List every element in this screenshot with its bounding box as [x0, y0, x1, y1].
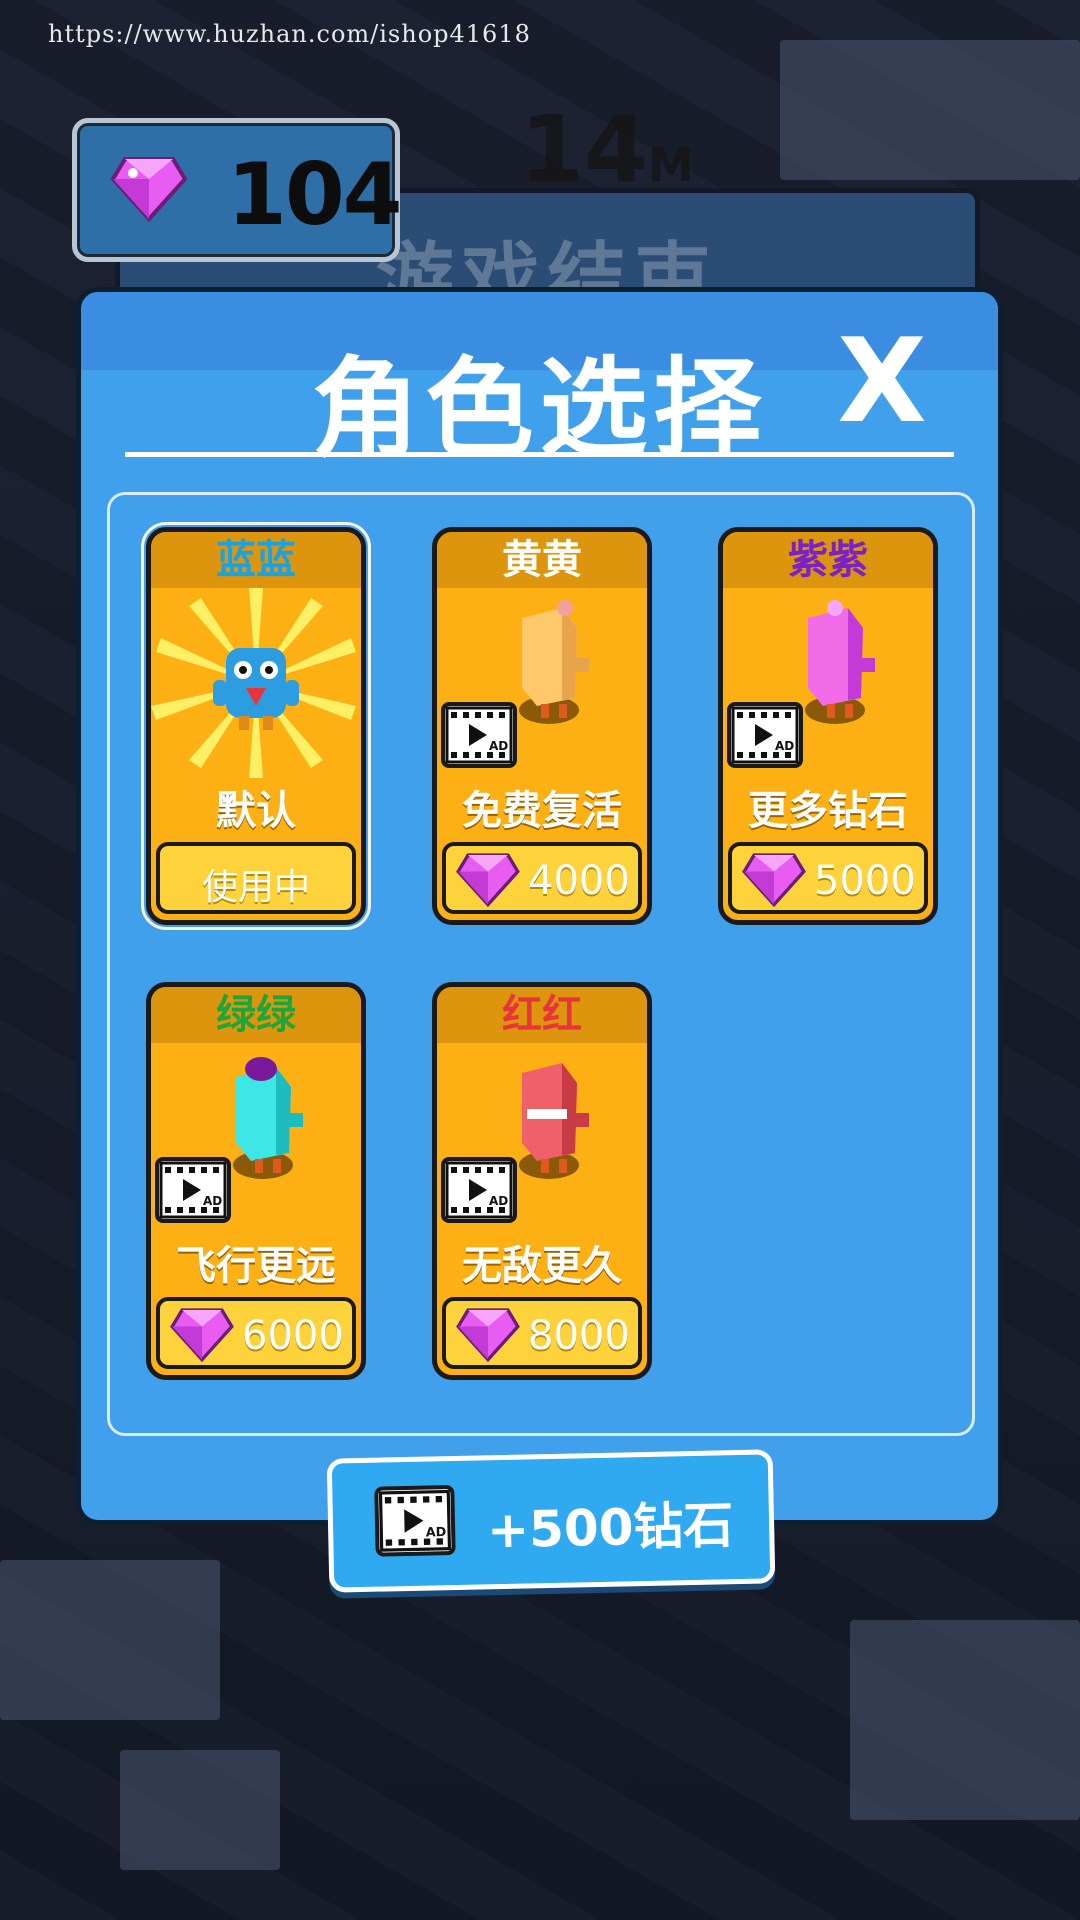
buy-button[interactable]: 8000: [442, 1297, 642, 1369]
price-label: 5000: [814, 858, 916, 904]
character-grid: 蓝蓝 默认 使用中 黄黄 AD 免费复活 4000 紫紫 AD 更多钻石 500…: [107, 492, 975, 1436]
price-label: 8000: [528, 1313, 630, 1359]
svg-text:AD: AD: [203, 1194, 222, 1208]
video-ad-icon: AD: [374, 1485, 456, 1557]
watch-ad-bonus-button[interactable]: AD +500钻石: [326, 1449, 776, 1593]
character-art-penguin: [151, 588, 361, 778]
gem-icon: [170, 1305, 234, 1373]
buy-button[interactable]: 5000: [728, 842, 928, 914]
character-select-dialog: 角色选择 X 蓝蓝 默认 使用中 黄黄 AD 免费复活 4000 紫紫 AD 更…: [76, 287, 1003, 1525]
character-name: 黄黄: [437, 532, 647, 588]
distance-value: 14: [520, 96, 649, 203]
gem-icon: [742, 850, 806, 918]
svg-text:AD: AD: [775, 739, 794, 753]
gem-icon: [456, 850, 520, 918]
video-ad-icon: AD: [441, 1157, 517, 1223]
title-divider: [125, 452, 954, 457]
character-card-honghong[interactable]: 红红 AD 无敌更久 8000: [432, 982, 652, 1380]
character-perk: 默认: [216, 788, 296, 834]
bonus-label: +500钻石: [486, 1496, 735, 1560]
video-ad-icon: AD: [727, 702, 803, 768]
character-name: 红红: [437, 987, 647, 1043]
buy-button[interactable]: 4000: [442, 842, 642, 914]
character-perk: 无敌更久: [462, 1243, 622, 1289]
svg-text:AD: AD: [489, 1194, 508, 1208]
video-ad-icon: AD: [155, 1157, 231, 1223]
watermark: https://www.huzhan.com/ishop41618: [48, 20, 531, 48]
gem-icon: [456, 1305, 520, 1373]
video-ad-icon: AD: [441, 702, 517, 768]
character-card-zizi[interactable]: 紫紫 AD 更多钻石 5000: [718, 527, 938, 925]
character-card-lvlv[interactable]: 绿绿 AD 飞行更远 6000: [146, 982, 366, 1380]
character-name: 紫紫: [723, 532, 933, 588]
character-name: 绿绿: [151, 987, 361, 1043]
gem-icon: [110, 153, 188, 227]
in-use-button[interactable]: 使用中: [156, 842, 356, 914]
price-label: 使用中: [201, 867, 310, 908]
gem-counter: 104: [72, 118, 403, 262]
gem-count: 104: [227, 145, 403, 245]
character-card-huanghuang[interactable]: 黄黄 AD 免费复活 4000: [432, 527, 652, 925]
svg-text:AD: AD: [489, 739, 508, 753]
bg-building: [120, 1750, 280, 1870]
price-label: 4000: [528, 858, 630, 904]
bg-building: [850, 1620, 1080, 1820]
character-perk: 更多钻石: [748, 788, 908, 834]
svg-text:AD: AD: [426, 1524, 447, 1539]
buy-button[interactable]: 6000: [156, 1297, 356, 1369]
distance-unit: M: [648, 138, 694, 192]
character-perk: 飞行更远: [176, 1243, 336, 1289]
price-label: 6000: [242, 1313, 344, 1359]
bg-building: [0, 1560, 220, 1720]
character-name: 蓝蓝: [151, 532, 361, 588]
bg-building: [780, 40, 1080, 180]
character-perk: 免费复活: [462, 788, 622, 834]
distance-readout: 14M: [520, 96, 694, 203]
character-card-lanlan[interactable]: 蓝蓝 默认 使用中: [141, 522, 371, 930]
close-button[interactable]: X: [832, 324, 932, 440]
